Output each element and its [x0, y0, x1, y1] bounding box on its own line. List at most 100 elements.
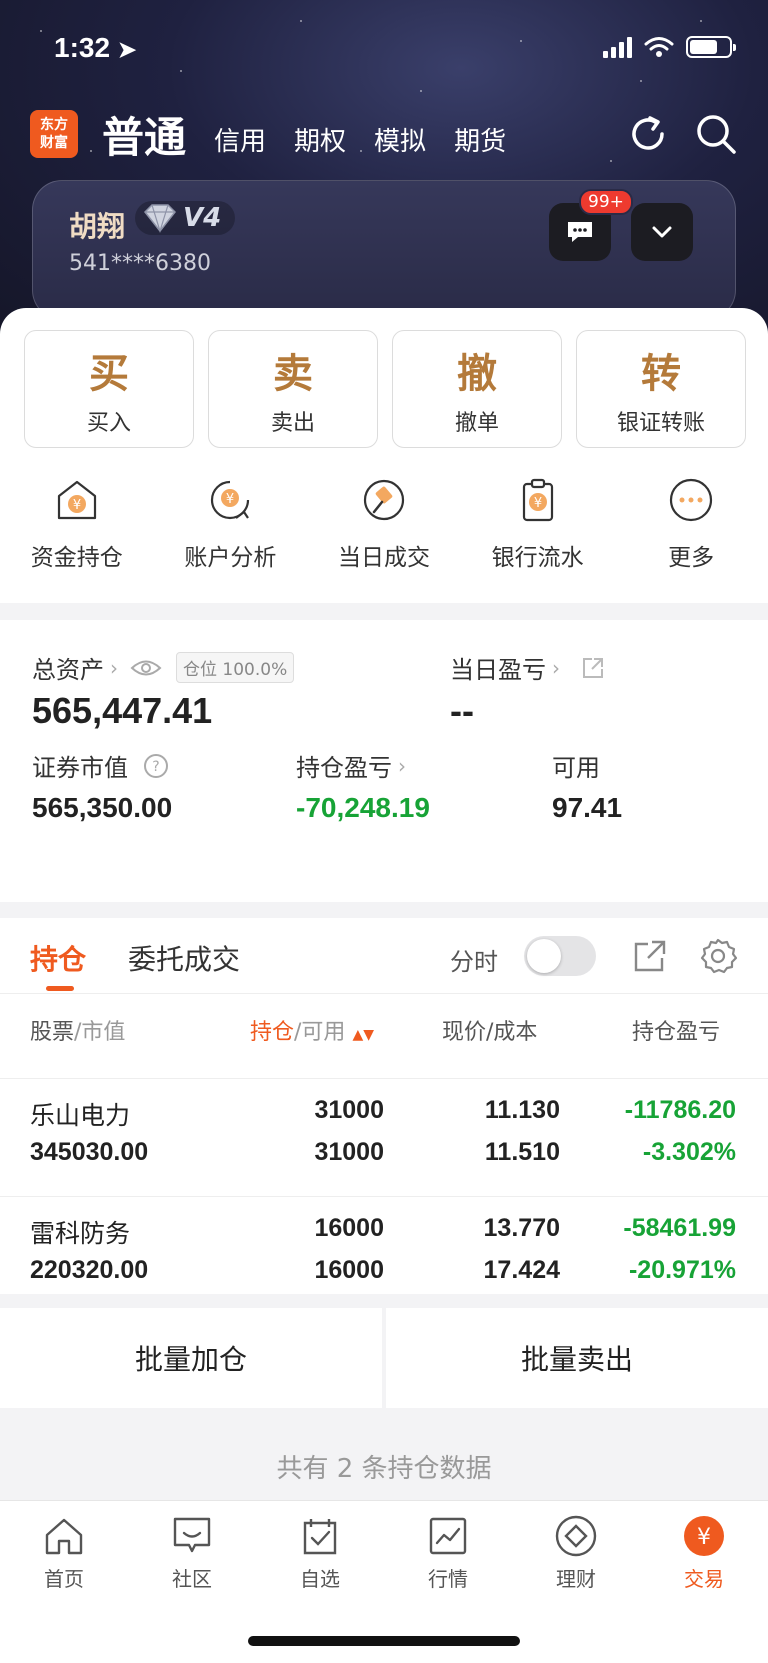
tab-futures[interactable]: 期货	[454, 121, 506, 158]
account-switch-button[interactable]	[631, 203, 693, 261]
home-icon	[45, 1518, 83, 1555]
battery-icon	[686, 36, 736, 58]
stock-hold: 16000	[314, 1214, 384, 1242]
help-icon[interactable]: ?	[142, 752, 170, 780]
available-text: 可用	[552, 754, 600, 782]
asset-summary: 总资产 › 仓位 100.0% 565,447.41 当日盈亏 › -- 证券市…	[0, 620, 768, 902]
tab-label: 交易	[684, 1567, 724, 1591]
svg-text:¥: ¥	[697, 1525, 711, 1550]
trade-yen-icon: ¥	[684, 1516, 724, 1556]
quick-account-analysis[interactable]: ¥ 账户分析	[154, 476, 308, 572]
trade-actions-panel: 买 买入 卖 卖出 撤 撤单 转 银证转账 ¥ 资金持仓 ¥ 账户分析 当日成交…	[0, 308, 768, 603]
settings-gear-icon[interactable]	[698, 936, 738, 976]
positions-panel: 持仓 委托成交 分时 股票/市值 持仓/可用 ▲▼ 现价/成本 持仓盈亏 乐山电…	[0, 918, 768, 1294]
available-value: 97.41	[552, 792, 623, 823]
tab-normal[interactable]: 普通	[102, 104, 186, 165]
tab-wealth[interactable]: 理财	[512, 1513, 640, 1592]
col-hold-avail[interactable]: 持仓/可用 ▲▼	[250, 1014, 374, 1046]
tab-options[interactable]: 期权	[294, 121, 346, 158]
eye-icon[interactable]	[130, 657, 162, 679]
daily-pnl-value: --	[450, 690, 474, 731]
stock-pnl: -58461.99	[623, 1214, 736, 1242]
market-value: 565,350.00	[32, 792, 173, 823]
share-out-icon[interactable]	[580, 655, 606, 681]
quick-funds-holdings[interactable]: ¥ 资金持仓	[0, 476, 154, 572]
total-assets-text: 总资产	[32, 656, 104, 684]
quick-more[interactable]: 更多	[614, 476, 768, 572]
chevron-right-icon: ›	[552, 655, 560, 680]
stock-pnl: -11786.20	[624, 1096, 736, 1124]
sell-label: 卖出	[270, 411, 315, 436]
chevron-right-icon: ›	[398, 753, 406, 778]
col-hold: 持仓	[250, 1020, 295, 1045]
market-value-label: 证券市值 ?	[32, 748, 170, 783]
quick-label: 账户分析	[184, 545, 277, 571]
refresh-icon[interactable]	[626, 112, 670, 156]
bank-transfer-button[interactable]: 转 银证转账	[576, 330, 746, 448]
stock-market-value: 345030.00	[30, 1138, 149, 1166]
tab-community[interactable]: 社区	[128, 1513, 256, 1592]
watchlist-icon	[303, 1519, 337, 1555]
stock-pnl-pct: -20.971%	[628, 1256, 736, 1284]
chat-icon	[568, 222, 592, 242]
account-number: 541****6380	[69, 251, 211, 276]
tab-holdings[interactable]: 持仓	[30, 938, 86, 978]
buy-button[interactable]: 买 买入	[24, 330, 194, 448]
stock-cost: 11.510	[484, 1138, 560, 1166]
stock-hold: 31000	[314, 1096, 384, 1124]
stock-name: 乐山电力	[30, 1101, 131, 1130]
stock-cost: 17.424	[483, 1256, 560, 1284]
sort-icon: ▲▼	[352, 1027, 374, 1043]
tab-orders-deals[interactable]: 委托成交	[128, 938, 240, 978]
status-time: 1:32 ➤	[54, 32, 137, 63]
stock-price: 13.770	[483, 1214, 560, 1242]
community-icon	[173, 1517, 211, 1553]
table-row[interactable]: 乐山电力 345030.00 31000 31000 11.130 11.510…	[0, 1078, 768, 1196]
wallet-yen-icon: ¥	[57, 480, 96, 520]
tab-trade[interactable]: ¥ 交易	[640, 1513, 768, 1592]
position-ratio-tag: 仓位 100.0%	[176, 652, 295, 683]
tab-indicator	[46, 986, 74, 991]
quick-today-deals[interactable]: 当日成交	[307, 476, 461, 572]
table-row[interactable]: 雷科防务 220320.00 16000 16000 13.770 17.424…	[0, 1196, 768, 1314]
wealth-diamond-icon	[555, 1515, 597, 1557]
intraday-label: 分时	[450, 948, 498, 976]
transfer-glyph: 转	[641, 350, 681, 397]
message-count-badge: 99+	[579, 189, 633, 215]
account-type-nav: 东方财富 普通 信用 期权 模拟 期货	[30, 104, 738, 164]
vip-level-badge[interactable]: V4	[135, 201, 236, 235]
tab-label: 自选	[300, 1567, 340, 1591]
tab-home[interactable]: 首页	[0, 1513, 128, 1592]
status-icons	[603, 36, 736, 58]
analysis-yen-icon: ¥	[211, 480, 250, 520]
holding-pnl-label[interactable]: 持仓盈亏 ›	[296, 748, 406, 783]
sell-button[interactable]: 卖 卖出	[208, 330, 378, 448]
market-chart-icon	[429, 1517, 467, 1555]
col-avail: /可用	[294, 1020, 346, 1045]
buy-label: 买入	[86, 411, 131, 436]
intraday-toggle[interactable]	[524, 936, 596, 976]
account-name: 胡翔	[69, 210, 126, 243]
total-assets-label[interactable]: 总资产 › 仓位 100.0%	[32, 650, 295, 685]
col-stock-market: 股票/市值	[30, 1014, 125, 1046]
sell-glyph: 卖	[273, 350, 313, 397]
svg-text:¥: ¥	[73, 498, 81, 513]
tab-credit[interactable]: 信用	[214, 121, 266, 158]
tab-simulation[interactable]: 模拟	[374, 121, 426, 158]
cancel-order-button[interactable]: 撤 撤单	[392, 330, 562, 448]
home-indicator	[248, 1636, 520, 1646]
quick-bank-statement[interactable]: ¥ 银行流水	[461, 476, 615, 572]
tab-watchlist[interactable]: 自选	[256, 1513, 384, 1592]
account-card[interactable]: 胡翔 V4 541****6380 99+	[32, 180, 736, 320]
tab-market[interactable]: 行情	[384, 1513, 512, 1592]
total-assets-value: 565,447.41	[32, 690, 213, 731]
batch-add-button[interactable]: 批量加仓	[0, 1308, 382, 1408]
external-link-icon[interactable]	[630, 936, 670, 976]
batch-sell-button[interactable]: 批量卖出	[386, 1308, 768, 1408]
col-price-cost: 现价/成本	[442, 1020, 538, 1045]
col-market: /市值	[74, 1020, 126, 1045]
svg-text:?: ?	[152, 759, 159, 775]
search-icon[interactable]	[694, 112, 738, 156]
daily-pnl-label[interactable]: 当日盈亏 ›	[450, 650, 606, 685]
tab-label: 社区	[172, 1567, 212, 1591]
